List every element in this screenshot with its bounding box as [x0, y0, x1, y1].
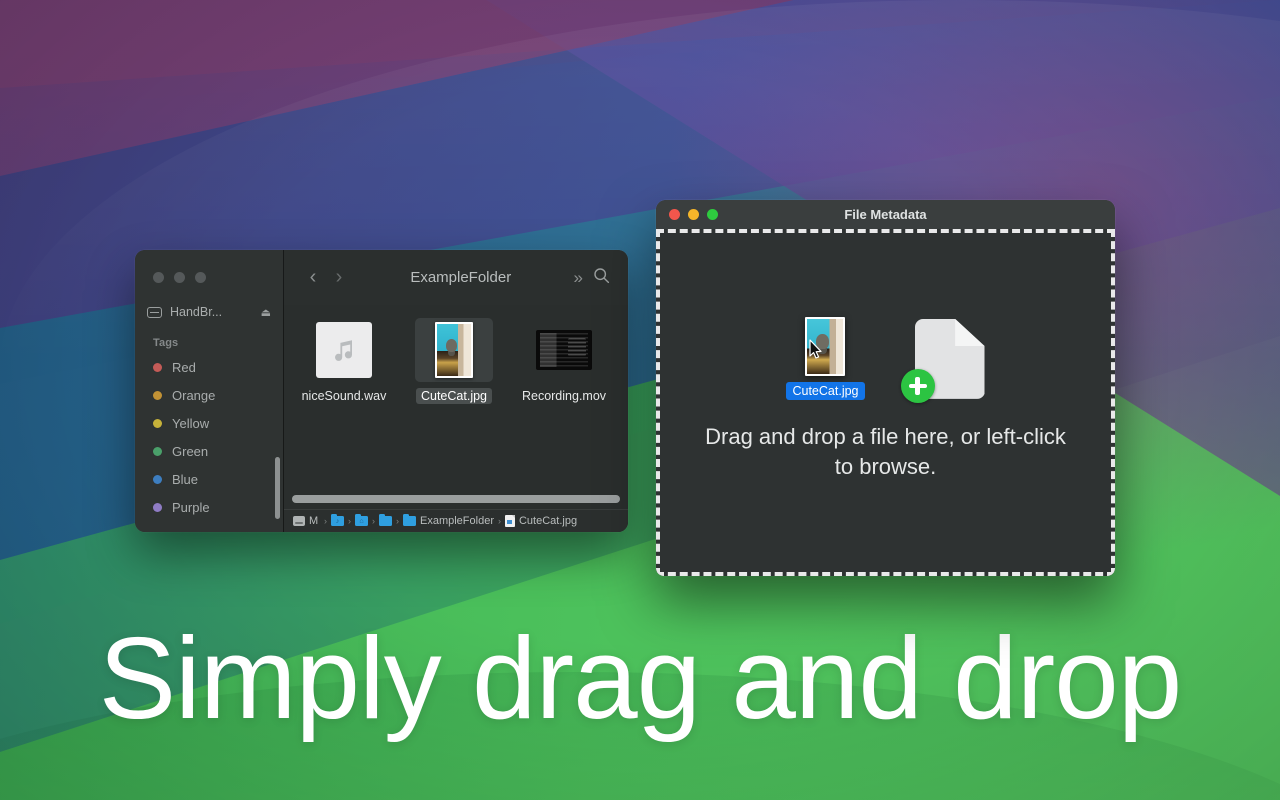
finder-top-bar: ‹ › ExampleFolder » — [135, 250, 628, 305]
breadcrumb-item-folder[interactable] — [379, 514, 392, 526]
music-folder-icon: ♪ — [331, 514, 344, 526]
sidebar-item-drive[interactable]: HandBr... ⏏ — [135, 305, 283, 323]
breadcrumb-item-cutecat[interactable]: CuteCat.jpg — [504, 515, 578, 527]
finder-body: HandBr... ⏏ Tags Red Orange Yellow Green — [135, 305, 628, 532]
headline-text: Simply drag and drop — [98, 613, 1183, 743]
file-thumb — [305, 318, 383, 382]
harddisk-icon — [147, 306, 162, 318]
sidebar-scrollbar[interactable] — [275, 457, 280, 519]
tag-dot-yellow — [153, 418, 162, 428]
breadcrumb-separator: › — [396, 516, 399, 526]
dragged-file-label: CuteCat.jpg — [786, 382, 865, 401]
breadcrumb-item-home-folder[interactable]: ⌂ — [355, 514, 368, 526]
breadcrumb: M › ♪ › ⌂ › › ExampleFolder › CuteCat.jp… — [284, 509, 628, 532]
file-item-cutecat[interactable]: CuteCat.jpg — [410, 318, 498, 404]
tag-dot-orange — [153, 390, 162, 400]
horizontal-scrollbar[interactable] — [292, 492, 620, 506]
file-grid: niceSound.wav CuteCat.jpg Recording.mov — [284, 305, 628, 492]
close-button[interactable] — [153, 272, 164, 283]
jpg-document-icon — [504, 515, 515, 527]
breadcrumb-separator: › — [324, 516, 327, 526]
sidebar-item-tag-orange[interactable]: Orange — [135, 381, 283, 409]
file-thumb — [525, 318, 603, 382]
sidebar-item-tag-purple[interactable]: Purple — [135, 493, 283, 521]
window-title: File Metadata — [844, 207, 927, 222]
finder-traffic-lights — [135, 250, 283, 305]
movie-thumbnail-icon — [536, 330, 592, 370]
file-label: niceSound.wav — [301, 389, 387, 403]
breadcrumb-item-examplefolder[interactable]: ExampleFolder — [403, 514, 494, 527]
tag-label: Red — [172, 359, 196, 375]
search-icon[interactable] — [593, 267, 610, 289]
zoom-button[interactable] — [195, 272, 206, 283]
tag-dot-red — [153, 362, 162, 372]
finder-file-area[interactable]: niceSound.wav CuteCat.jpg Recording.mov — [283, 305, 628, 532]
finder-sidebar: HandBr... ⏏ Tags Red Orange Yellow Green — [135, 305, 283, 532]
home-folder-icon: ⌂ — [355, 514, 368, 526]
scrollbar-thumb[interactable] — [292, 495, 620, 503]
sidebar-item-tag-blue[interactable]: Blue — [135, 465, 283, 493]
file-item-recording[interactable]: Recording.mov — [520, 318, 608, 404]
breadcrumb-label: ExampleFolder — [420, 515, 494, 527]
finder-toolbar: ‹ › ExampleFolder » — [283, 250, 628, 305]
folder-icon — [403, 514, 416, 526]
file-thumb — [415, 318, 493, 382]
folder-icon — [379, 514, 392, 526]
file-metadata-window[interactable]: File Metadata CuteCat.jpg Drag and drop … — [656, 200, 1115, 576]
photo-thumbnail-icon — [805, 317, 846, 377]
breadcrumb-separator: › — [497, 516, 501, 526]
drop-zone-message: Drag and drop a file here, or left-click… — [705, 424, 1066, 479]
sidebar-drive-label: HandBr... — [170, 305, 223, 319]
tag-label: Yellow — [172, 415, 210, 431]
breadcrumb-label: M — [309, 515, 319, 527]
minimize-button[interactable] — [688, 209, 699, 220]
eject-icon[interactable]: ⏏ — [261, 306, 271, 319]
back-button[interactable]: ‹ — [300, 265, 326, 291]
breadcrumb-item-drive[interactable]: M — [293, 515, 320, 527]
file-label: Recording.mov — [521, 389, 607, 403]
tag-dot-purple — [153, 502, 162, 512]
tag-dot-blue — [153, 474, 162, 484]
tag-label: Green — [172, 443, 209, 459]
add-file-icon — [900, 318, 985, 403]
file-item-nicesound[interactable]: niceSound.wav — [300, 318, 388, 404]
breadcrumb-label: CuteCat.jpg — [518, 515, 578, 527]
metadata-titlebar: File Metadata — [656, 200, 1115, 229]
breadcrumb-separator: › — [348, 516, 351, 526]
breadcrumb-separator: › — [372, 516, 375, 526]
drop-zone-graphics: CuteCat.jpg — [786, 317, 985, 403]
sidebar-item-tag-red[interactable]: Red — [135, 353, 283, 381]
sidebar-section-tags: Tags — [153, 337, 179, 349]
dragged-file-preview: CuteCat.jpg — [786, 317, 865, 401]
music-note-icon — [316, 322, 372, 378]
tag-label: Blue — [172, 471, 199, 487]
sidebar-item-tag-green[interactable]: Green — [135, 437, 283, 465]
minimize-button[interactable] — [174, 272, 185, 283]
file-label: CuteCat.jpg — [415, 388, 492, 404]
document-fold-corner — [955, 318, 985, 346]
sidebar-item-tag-yellow[interactable]: Yellow — [135, 409, 283, 437]
zoom-button[interactable] — [707, 209, 718, 220]
close-button[interactable] — [669, 209, 680, 220]
toolbar-overflow-icon[interactable]: » — [574, 268, 584, 288]
harddisk-icon — [293, 516, 305, 526]
file-drop-zone[interactable]: CuteCat.jpg Drag and drop a file here, o… — [656, 229, 1115, 576]
plus-badge-icon — [900, 368, 935, 403]
finder-title: ExampleFolder — [410, 269, 512, 286]
tag-label: Purple — [172, 499, 210, 515]
breadcrumb-item-music-folder[interactable]: ♪ — [331, 514, 344, 526]
finder-window[interactable]: ‹ › ExampleFolder » HandBr... ⏏ Tags Red — [135, 250, 628, 532]
photo-thumbnail-icon — [435, 322, 473, 378]
tag-dot-green — [153, 446, 162, 456]
tag-label: Orange — [172, 387, 216, 403]
